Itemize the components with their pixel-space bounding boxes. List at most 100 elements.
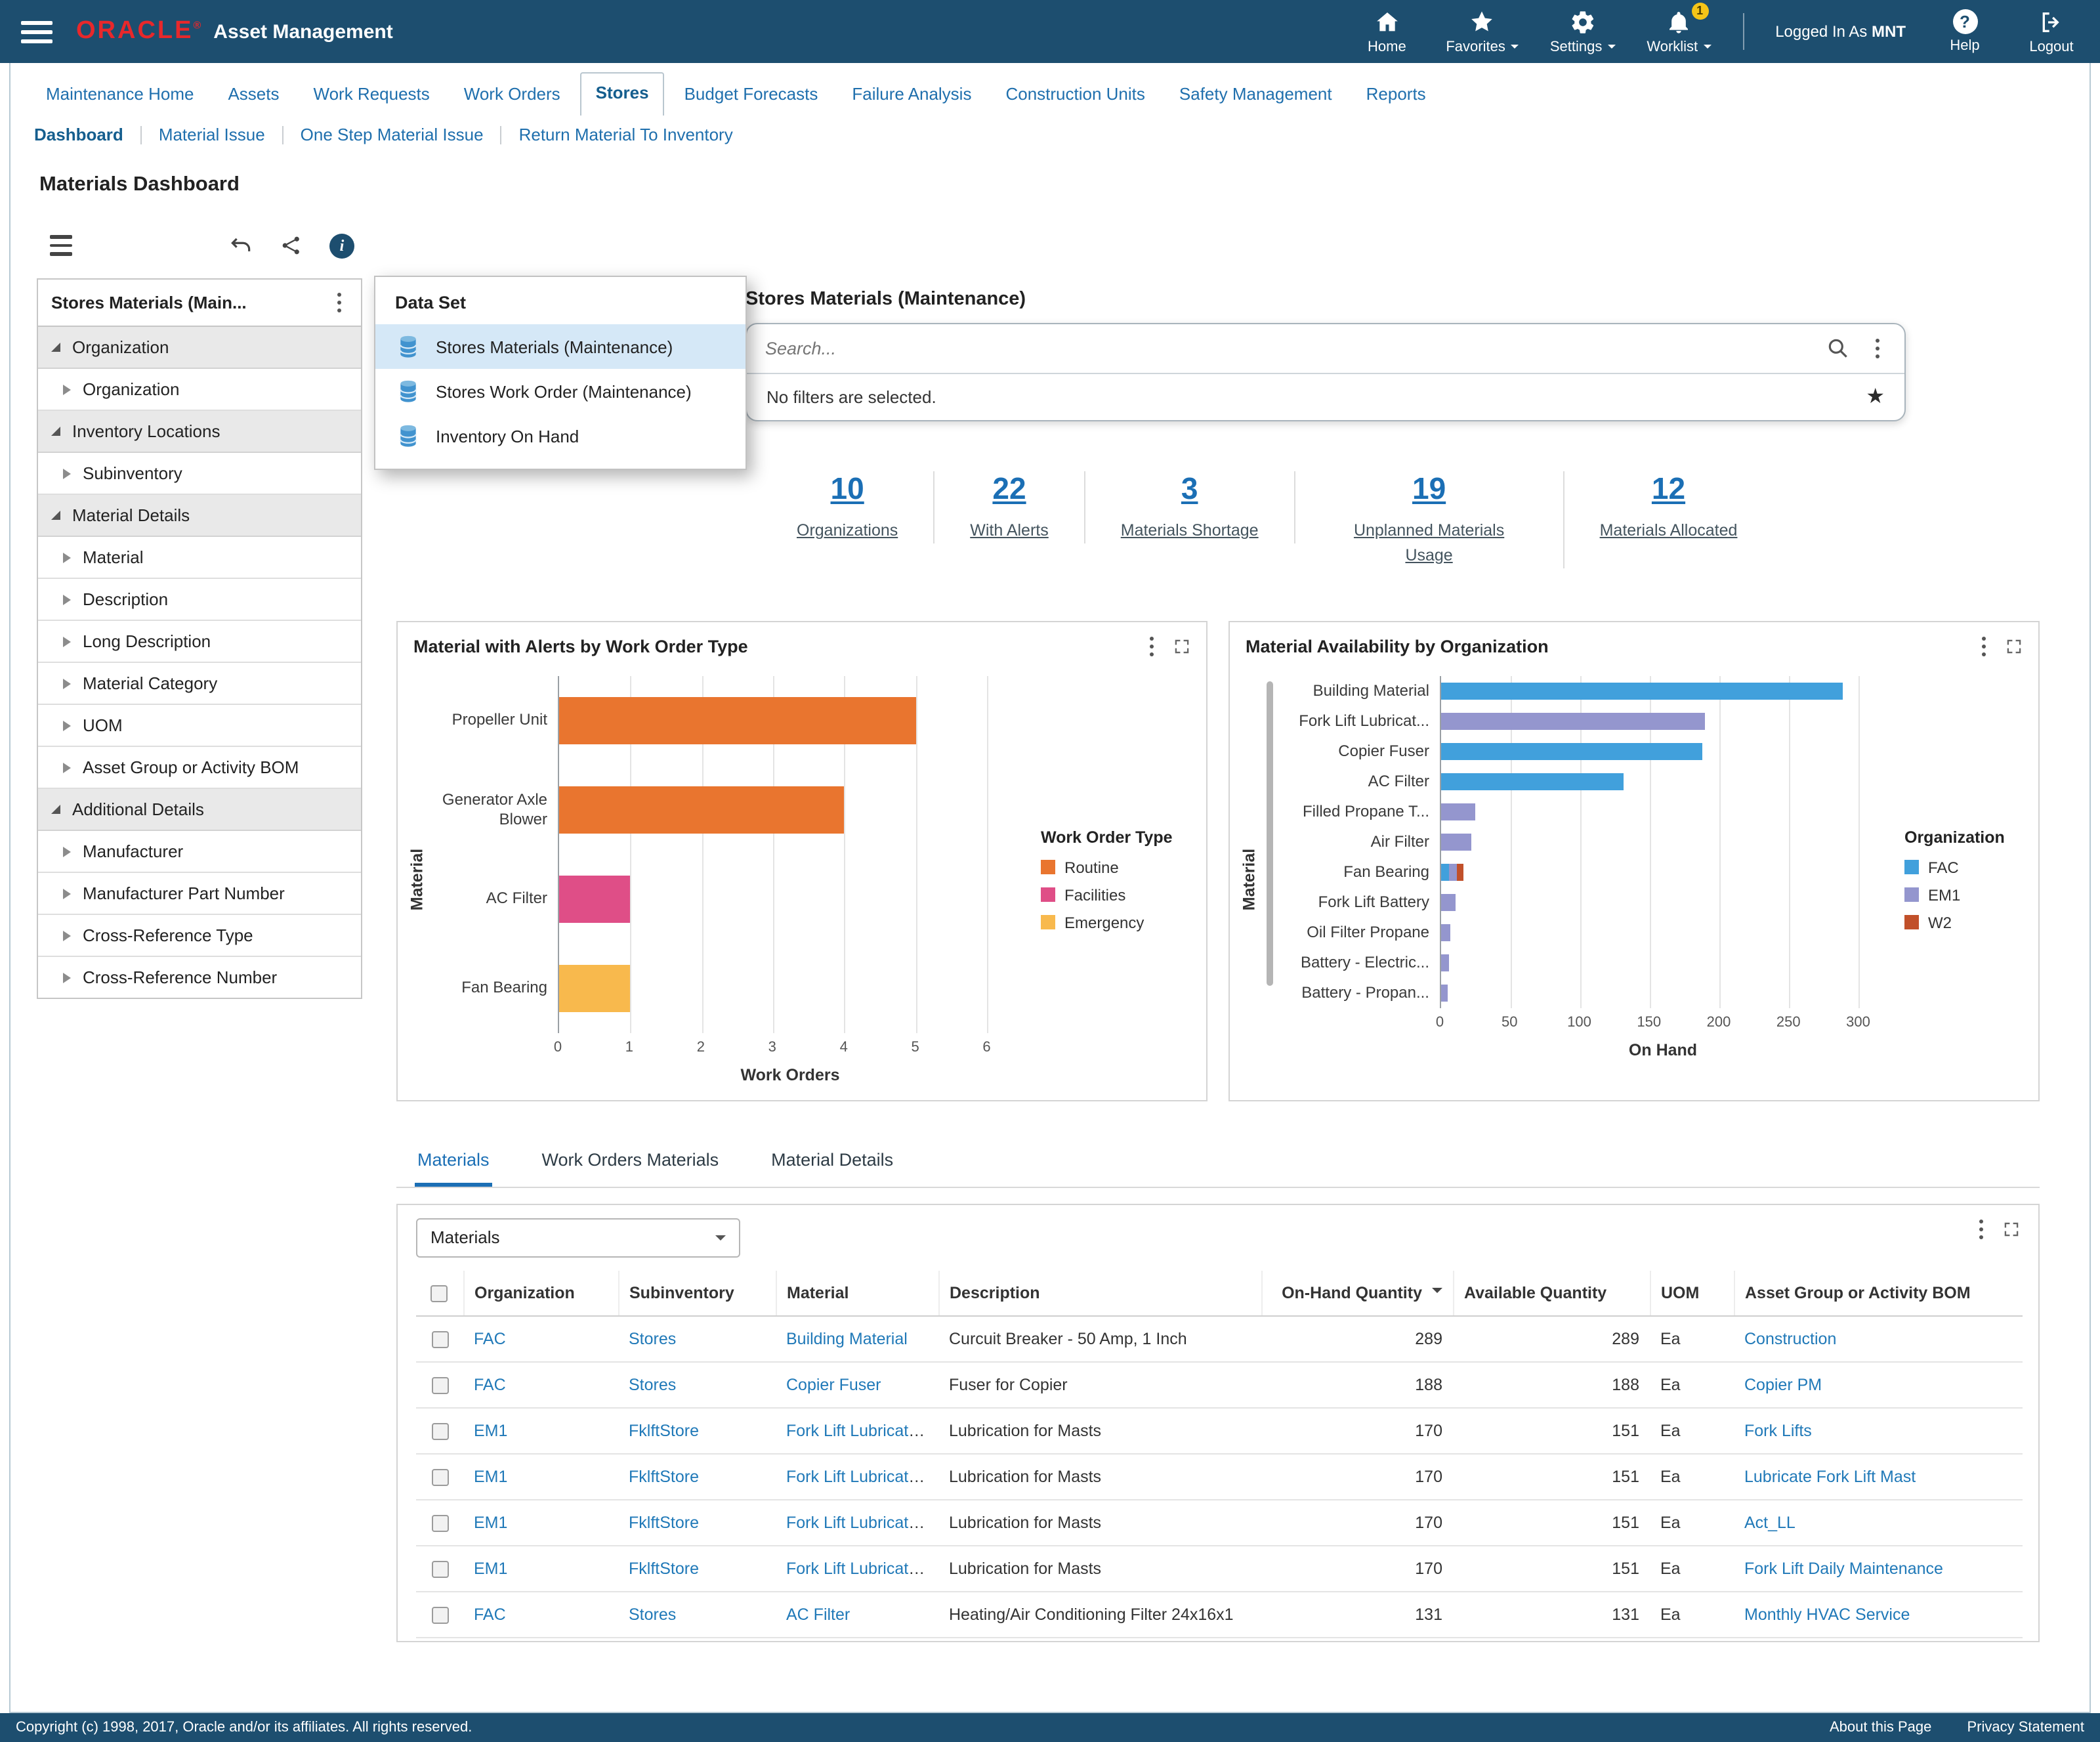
table-menu-icon[interactable] xyxy=(1979,1227,1983,1231)
link-organization[interactable]: FAC xyxy=(474,1329,506,1348)
tab-assets[interactable]: Assets xyxy=(213,75,293,116)
kpi-label-link[interactable]: Unplanned Materials Usage xyxy=(1331,519,1528,568)
row-checkbox[interactable] xyxy=(431,1331,448,1348)
link-organization[interactable]: FAC xyxy=(474,1605,506,1623)
link-subinventory[interactable]: Stores xyxy=(629,1329,676,1348)
link-subinventory[interactable]: FklftStore xyxy=(629,1421,699,1439)
bar-filled-propane-t[interactable] xyxy=(1441,803,1886,820)
link-asset_group[interactable]: Act_LL xyxy=(1744,1513,1796,1531)
link-subinventory[interactable]: FklftStore xyxy=(629,1467,699,1485)
bar-ac-filter[interactable] xyxy=(559,875,1022,922)
col-header-organization[interactable]: Organization xyxy=(463,1270,618,1315)
link-asset_group[interactable]: Fork Lift Daily Maintenance xyxy=(1744,1559,1943,1577)
subnav-one-step-material-issue[interactable]: One Step Material Issue xyxy=(282,126,501,144)
filter-item-long-description[interactable]: Long Description xyxy=(38,621,361,663)
settings-button[interactable]: Settings xyxy=(1550,9,1616,54)
select-all-header[interactable] xyxy=(416,1270,463,1315)
tab-failure-analysis[interactable]: Failure Analysis xyxy=(837,75,986,116)
bar-building-material[interactable] xyxy=(1441,682,1886,699)
search-options-icon[interactable] xyxy=(1876,347,1880,351)
row-checkbox[interactable] xyxy=(431,1515,448,1532)
bar-fork-lift-lubricat[interactable] xyxy=(1441,712,1886,729)
bar-battery-electric[interactable] xyxy=(1441,954,1886,971)
filter-item-asset-group-or-activity-bom[interactable]: Asset Group or Activity BOM xyxy=(38,747,361,789)
dataset-item-stores-materials-maintenance[interactable]: Stores Materials (Maintenance) xyxy=(375,324,746,369)
worklist-button[interactable]: 1 Worklist xyxy=(1647,9,1711,54)
filter-group-organization[interactable]: Organization xyxy=(38,327,361,369)
col-header-available-quantity[interactable]: Available Quantity xyxy=(1453,1270,1650,1315)
col-header-uom[interactable]: UOM xyxy=(1650,1270,1734,1315)
tab-maintenance-home[interactable]: Maintenance Home xyxy=(32,75,208,116)
link-asset_group[interactable]: Lubricate Fork Lift Mast xyxy=(1744,1467,1916,1485)
link-organization[interactable]: EM1 xyxy=(474,1421,507,1439)
col-header-asset-group-or-activity-bom[interactable]: Asset Group or Activity BOM xyxy=(1734,1270,2023,1315)
filter-group-additional-details[interactable]: Additional Details xyxy=(38,789,361,831)
link-material[interactable]: Fork Lift Lubrication xyxy=(786,1467,931,1485)
content-tab-work-orders-materials[interactable]: Work Orders Materials xyxy=(539,1137,722,1186)
link-asset_group[interactable]: Copier PM xyxy=(1744,1375,1822,1393)
subnav-dashboard[interactable]: Dashboard xyxy=(29,126,140,144)
undo-button[interactable] xyxy=(228,233,253,258)
panel-menu-button[interactable] xyxy=(50,236,81,256)
filter-panel-header[interactable]: Stores Materials (Main... xyxy=(38,280,361,327)
row-checkbox[interactable] xyxy=(431,1561,448,1578)
kpi-value-link[interactable]: 19 xyxy=(1412,471,1446,507)
filter-item-material[interactable]: Material xyxy=(38,537,361,579)
link-material[interactable]: Fork Lift Lubrication xyxy=(786,1421,931,1439)
filter-item-organization[interactable]: Organization xyxy=(38,369,361,411)
row-checkbox[interactable] xyxy=(431,1607,448,1624)
content-tab-material-details[interactable]: Material Details xyxy=(768,1137,896,1186)
link-organization[interactable]: EM1 xyxy=(474,1513,507,1531)
tab-construction-units[interactable]: Construction Units xyxy=(991,75,1159,116)
link-organization[interactable]: FAC xyxy=(474,1375,506,1393)
kpi-label-link[interactable]: Materials Allocated xyxy=(1600,519,1738,543)
bar-air-filter[interactable] xyxy=(1441,833,1886,850)
favorites-button[interactable]: Favorites xyxy=(1446,9,1519,54)
col-header-description[interactable]: Description xyxy=(938,1270,1261,1315)
kpi-label-link[interactable]: Materials Shortage xyxy=(1121,519,1259,543)
tab-reports[interactable]: Reports xyxy=(1352,75,1440,116)
bar-copier-fuser[interactable] xyxy=(1441,742,1886,759)
kebab-icon[interactable] xyxy=(337,301,341,305)
bar-fork-lift-battery[interactable] xyxy=(1441,893,1886,910)
search-input[interactable] xyxy=(765,339,1807,358)
link-material[interactable]: Fork Lift Lubrication xyxy=(786,1513,931,1531)
logout-button[interactable]: Logout xyxy=(2024,9,2079,54)
filter-item-cross-reference-type[interactable]: Cross-Reference Type xyxy=(38,915,361,957)
filter-item-subinventory[interactable]: Subinventory xyxy=(38,453,361,495)
kpi-value-link[interactable]: 22 xyxy=(992,471,1026,507)
link-material[interactable]: AC Filter xyxy=(786,1605,850,1623)
kpi-value-link[interactable]: 12 xyxy=(1652,471,1685,507)
tab-work-requests[interactable]: Work Requests xyxy=(299,75,444,116)
bar-generator-axle-blower[interactable] xyxy=(559,786,1022,833)
link-material[interactable]: Building Material xyxy=(786,1329,908,1348)
bar-oil-filter-propane[interactable] xyxy=(1441,924,1886,941)
row-checkbox[interactable] xyxy=(431,1377,448,1394)
dataset-item-stores-work-order-maintenance[interactable]: Stores Work Order (Maintenance) xyxy=(375,369,746,414)
help-button[interactable]: ? Help xyxy=(1937,9,1992,54)
dataset-item-inventory-on-hand[interactable]: Inventory On Hand xyxy=(375,414,746,458)
subnav-material-issue[interactable]: Material Issue xyxy=(140,126,282,144)
subnav-return-material-to-inventory[interactable]: Return Material To Inventory xyxy=(501,126,750,144)
share-button[interactable] xyxy=(280,234,303,257)
search-icon[interactable] xyxy=(1826,336,1851,361)
kpi-label-link[interactable]: With Alerts xyxy=(970,519,1049,543)
filter-item-manufacturer[interactable]: Manufacturer xyxy=(38,831,361,873)
link-organization[interactable]: EM1 xyxy=(474,1559,507,1577)
tab-stores[interactable]: Stores xyxy=(580,72,665,116)
filter-item-description[interactable]: Description xyxy=(38,579,361,621)
row-checkbox[interactable] xyxy=(431,1469,448,1486)
link-material[interactable]: Copier Fuser xyxy=(786,1375,881,1393)
global-menu-button[interactable] xyxy=(21,20,52,43)
link-subinventory[interactable]: Stores xyxy=(629,1375,676,1393)
bar-fan-bearing[interactable] xyxy=(1441,863,1886,880)
filter-group-inventory-locations[interactable]: Inventory Locations xyxy=(38,411,361,453)
bar-ac-filter[interactable] xyxy=(1441,773,1886,790)
filter-item-material-category[interactable]: Material Category xyxy=(38,663,361,705)
about-this-page-link[interactable]: About this Page xyxy=(1830,1720,1931,1735)
content-tab-materials[interactable]: Materials xyxy=(415,1137,492,1186)
chart-menu-icon[interactable] xyxy=(1982,644,1986,648)
tab-budget-forecasts[interactable]: Budget Forecasts xyxy=(670,75,833,116)
link-asset_group[interactable]: Monthly HVAC Service xyxy=(1744,1605,1910,1623)
info-button[interactable]: i xyxy=(329,233,354,258)
